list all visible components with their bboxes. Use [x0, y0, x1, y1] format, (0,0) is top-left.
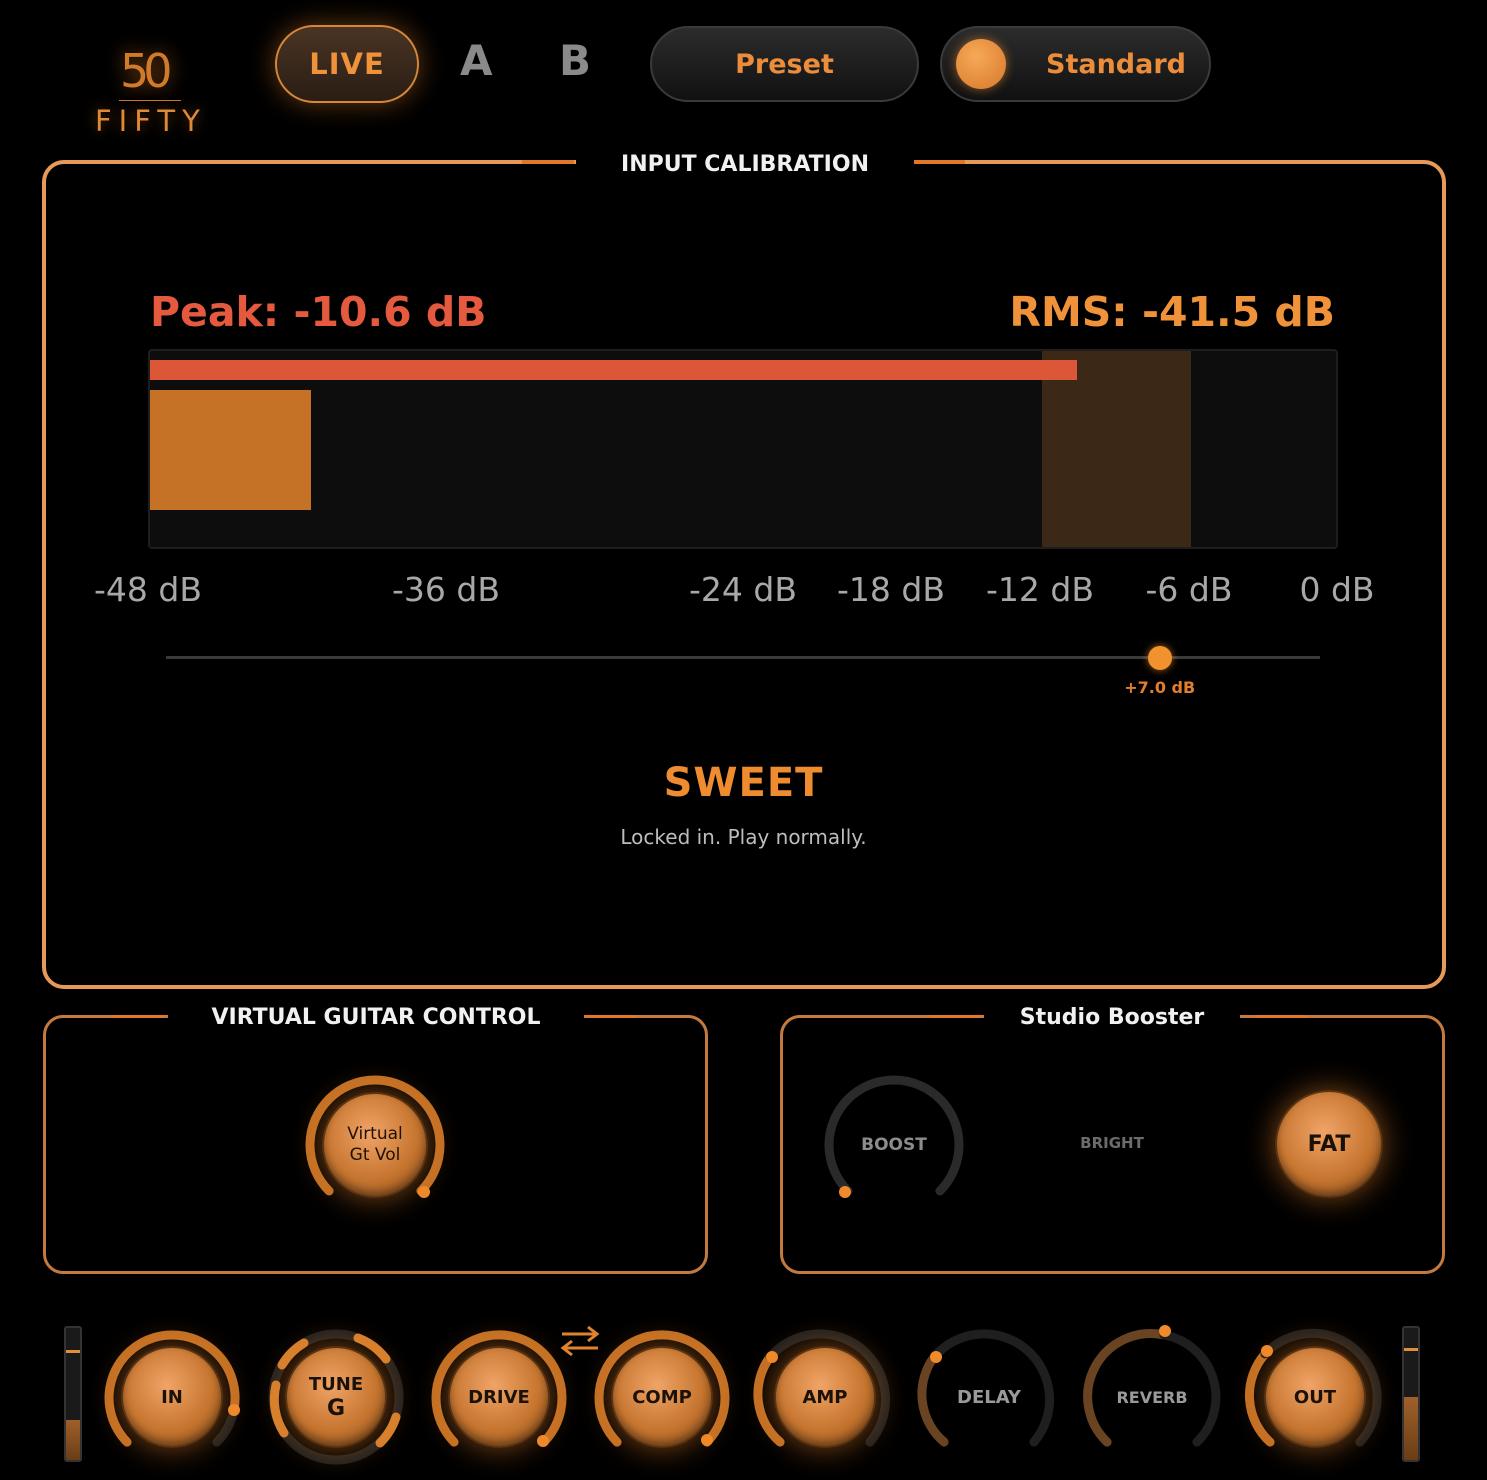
logo-word: FIFTY	[95, 104, 207, 138]
virtual-gt-vol-knob[interactable]: Virtual Gt Vol	[300, 1070, 450, 1220]
calibration-status: SWEET	[663, 760, 824, 806]
level-meter	[148, 349, 1338, 549]
gain-value: +7.0 dB	[1124, 678, 1196, 697]
amp-knob[interactable]: AMP	[753, 1325, 897, 1469]
peak-bar	[150, 360, 1077, 380]
legend-accent-right	[913, 160, 965, 164]
standard-toggle[interactable]: Standard	[940, 26, 1211, 102]
legend-accent-left	[113, 1015, 165, 1018]
legend-accent-left	[930, 1015, 982, 1018]
live-mode-button[interactable]: LIVE	[275, 25, 419, 103]
slot-b-button[interactable]: B	[559, 36, 591, 85]
studio-booster-title: Studio Booster	[984, 1003, 1240, 1033]
amp-label: AMP	[774, 1346, 876, 1448]
standard-label: Standard	[1046, 48, 1186, 80]
scale-tick-label: -36 dB	[392, 570, 500, 609]
calibration-hint: Locked in. Play normally.	[620, 825, 867, 849]
drive-label: DRIVE	[448, 1346, 550, 1448]
input-level-fill	[66, 1420, 80, 1460]
input-level-fader[interactable]	[64, 1326, 82, 1462]
out-label: OUT	[1264, 1346, 1366, 1448]
peak-readout: Peak: -10.6 dB	[150, 288, 487, 336]
legend-accent-right	[1255, 1015, 1307, 1018]
rms-readout: RMS: -41.5 dB	[1009, 288, 1335, 336]
output-level-fader[interactable]	[1402, 1326, 1420, 1462]
tune-knob[interactable]: TUNE G	[264, 1325, 408, 1469]
output-level-fill	[1404, 1396, 1418, 1460]
legend-accent-left	[522, 160, 574, 164]
scale-tick-label: -12 dB	[986, 570, 1094, 609]
delay-knob[interactable]: DELAY	[917, 1325, 1061, 1469]
input-calibration-title: INPUT CALIBRATION	[576, 150, 914, 180]
tune-note: G	[326, 1396, 346, 1421]
scale-tick-label: -18 dB	[837, 570, 945, 609]
gain-slider-thumb[interactable]	[1147, 646, 1172, 670]
drive-knob[interactable]: DRIVE	[427, 1325, 571, 1469]
bright-toggle[interactable]: BRIGHT	[1060, 1134, 1164, 1152]
boost-knob[interactable]: BOOST	[819, 1070, 969, 1220]
preset-button[interactable]: Preset	[650, 26, 919, 102]
boost-label: BOOST	[861, 1135, 927, 1155]
scale-tick-label: 0 dB	[1299, 570, 1375, 609]
input-level-marker	[66, 1350, 80, 1353]
legend-accent-right	[585, 1015, 637, 1018]
fat-button[interactable]: FAT	[1275, 1090, 1383, 1198]
fat-label: FAT	[1275, 1090, 1383, 1198]
comp-knob[interactable]: COMP	[590, 1325, 734, 1469]
scale-tick-label: -6 dB	[1145, 570, 1233, 609]
reverb-knob[interactable]: REVERB	[1080, 1325, 1224, 1469]
virtual-guitar-title: VIRTUAL GUITAR CONTROL	[168, 1003, 584, 1033]
slot-a-button[interactable]: A	[460, 36, 493, 85]
virtual-gt-vol-label: Virtual Gt Vol	[322, 1092, 428, 1198]
output-level-marker	[1404, 1348, 1418, 1351]
comp-label: COMP	[611, 1346, 713, 1448]
rms-bar	[150, 390, 312, 510]
tune-label: TUNE G	[285, 1346, 387, 1448]
in-label: IN	[121, 1346, 223, 1448]
sweet-zone	[1042, 351, 1191, 547]
fifty-logo: 50 FIFTY	[88, 48, 213, 143]
delay-label: DELAY	[957, 1386, 1021, 1408]
logo-divider	[119, 100, 181, 101]
reverb-label: REVERB	[1116, 1387, 1188, 1407]
scale-tick-label: -48 dB	[94, 570, 202, 609]
out-knob[interactable]: OUT	[1243, 1325, 1387, 1469]
toggle-dot-icon	[956, 39, 1006, 89]
logo-number: 50	[120, 44, 172, 98]
in-knob[interactable]: IN	[100, 1325, 244, 1469]
scale-tick-label: -24 dB	[689, 570, 797, 609]
